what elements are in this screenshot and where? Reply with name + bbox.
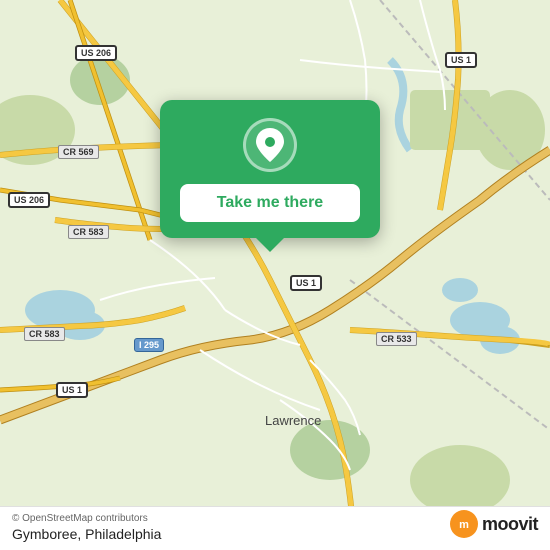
road-label-cr583-top: CR 583 [68,225,109,239]
road-label-us1-bot: US 1 [56,382,88,398]
road-label-us206-left: US 206 [8,192,50,208]
location-icon-circle [243,118,297,172]
map-container: US 206 US 1 CR 569 US 206 CR 583 US 1 CR… [0,0,550,550]
moovit-wordmark: moovit [482,514,538,535]
road-label-us1-right: US 1 [445,52,477,68]
map-svg [0,0,550,550]
location-pin-icon [255,128,285,162]
road-label-us206-top: US 206 [75,45,117,61]
moovit-icon: m [450,510,478,538]
popup-card: Take me there [160,100,380,238]
place-label-lawrence: Lawrence [262,412,324,429]
moovit-brand-icon: m [455,515,473,533]
road-label-cr533: CR 533 [376,332,417,346]
take-me-there-button[interactable]: Take me there [180,184,360,222]
road-label-us1-mid: US 1 [290,275,322,291]
moovit-logo: m moovit [450,510,538,538]
road-label-i295: I 295 [134,338,164,352]
svg-text:m: m [459,519,469,531]
road-label-cr569: CR 569 [58,145,99,159]
road-label-cr583-bot: CR 583 [24,327,65,341]
